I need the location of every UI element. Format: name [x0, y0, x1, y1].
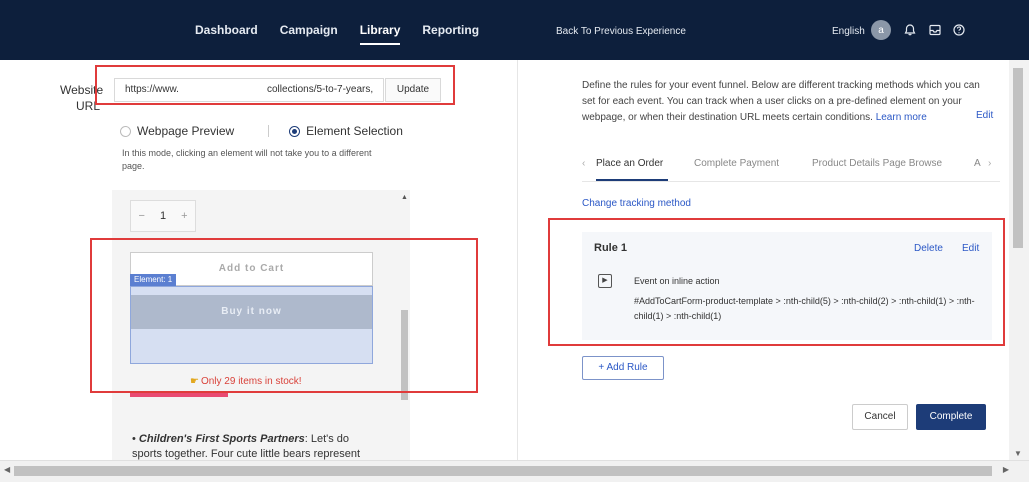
change-tracking-method-link[interactable]: Change tracking method [582, 198, 691, 209]
page-scroll-thumb[interactable] [1013, 68, 1023, 248]
mode-hint: In this mode, clicking an element will n… [122, 148, 372, 171]
tab-a[interactable]: A [974, 158, 981, 169]
radio-element-selection-label[interactable]: Element Selection [306, 124, 403, 138]
highlight-rule-box [548, 218, 1005, 346]
horizontal-scrollbar[interactable]: ◀ ▶ [0, 460, 1029, 482]
event-tabs: ‹ Place an Order Complete Payment Produc… [582, 156, 1000, 182]
cancel-button[interactable]: Cancel [852, 404, 908, 430]
avatar[interactable]: a [871, 20, 891, 40]
edit-description-link[interactable]: Edit [976, 110, 993, 121]
scroll-down-icon[interactable]: ▼ [1014, 449, 1022, 458]
scroll-right-icon[interactable]: ▶ [1003, 465, 1009, 474]
radio-divider [268, 125, 270, 137]
scroll-left-icon[interactable]: ◀ [4, 465, 10, 474]
nav-dashboard[interactable]: Dashboard [195, 23, 258, 37]
stepper-minus[interactable]: − [139, 210, 145, 222]
horizontal-scroll-thumb[interactable] [14, 466, 992, 476]
tab-divider [582, 181, 1000, 182]
back-to-previous-link[interactable]: Back To Previous Experience [556, 26, 686, 37]
radio-webpage-preview[interactable] [120, 125, 131, 137]
highlight-element-box [90, 238, 478, 393]
stepper-plus[interactable]: + [181, 210, 187, 222]
highlight-url-box [95, 65, 455, 105]
bell-icon[interactable] [903, 23, 917, 37]
language-selector[interactable]: English [832, 26, 865, 37]
product-bullet: • Children's First Sports Partners: Let'… [132, 433, 361, 460]
learn-more-link[interactable]: Learn more [876, 112, 927, 123]
radio-webpage-preview-label[interactable]: Webpage Preview [137, 124, 234, 138]
nav-reporting[interactable]: Reporting [422, 23, 479, 37]
complete-button[interactable]: Complete [916, 404, 986, 430]
tab-place-an-order[interactable]: Place an Order [596, 158, 663, 169]
tab-product-details-browse[interactable]: Product Details Page Browse [812, 158, 942, 169]
mode-radio-group: Webpage Preview Element Selection [120, 124, 403, 138]
radio-element-selection[interactable] [289, 125, 301, 137]
website-url-label: Website URL [60, 83, 104, 113]
inbox-icon[interactable] [928, 23, 942, 37]
nav-campaign[interactable]: Campaign [280, 23, 338, 37]
bullet-bold: Children's First Sports Partners [138, 433, 305, 445]
help-icon[interactable] [952, 23, 966, 37]
stepper-qty[interactable]: 1 [160, 210, 166, 222]
funnel-description: Define the rules for your event funnel. … [582, 78, 992, 126]
add-rule-button[interactable]: + Add Rule [582, 356, 664, 380]
page-vertical-scrollbar[interactable]: ▼ [1009, 60, 1029, 460]
main-nav: Dashboard Campaign Library Reporting [195, 0, 501, 60]
top-nav-bar: Dashboard Campaign Library Reporting Bac… [0, 0, 1029, 60]
nav-library[interactable]: Library [359, 23, 400, 45]
tab-complete-payment[interactable]: Complete Payment [694, 158, 779, 169]
chevron-left-icon[interactable]: ‹ [582, 158, 585, 169]
chevron-right-icon[interactable]: › [988, 158, 991, 169]
quantity-stepper[interactable]: − 1 + [130, 200, 196, 232]
scroll-up-icon[interactable]: ▲ [401, 194, 408, 201]
